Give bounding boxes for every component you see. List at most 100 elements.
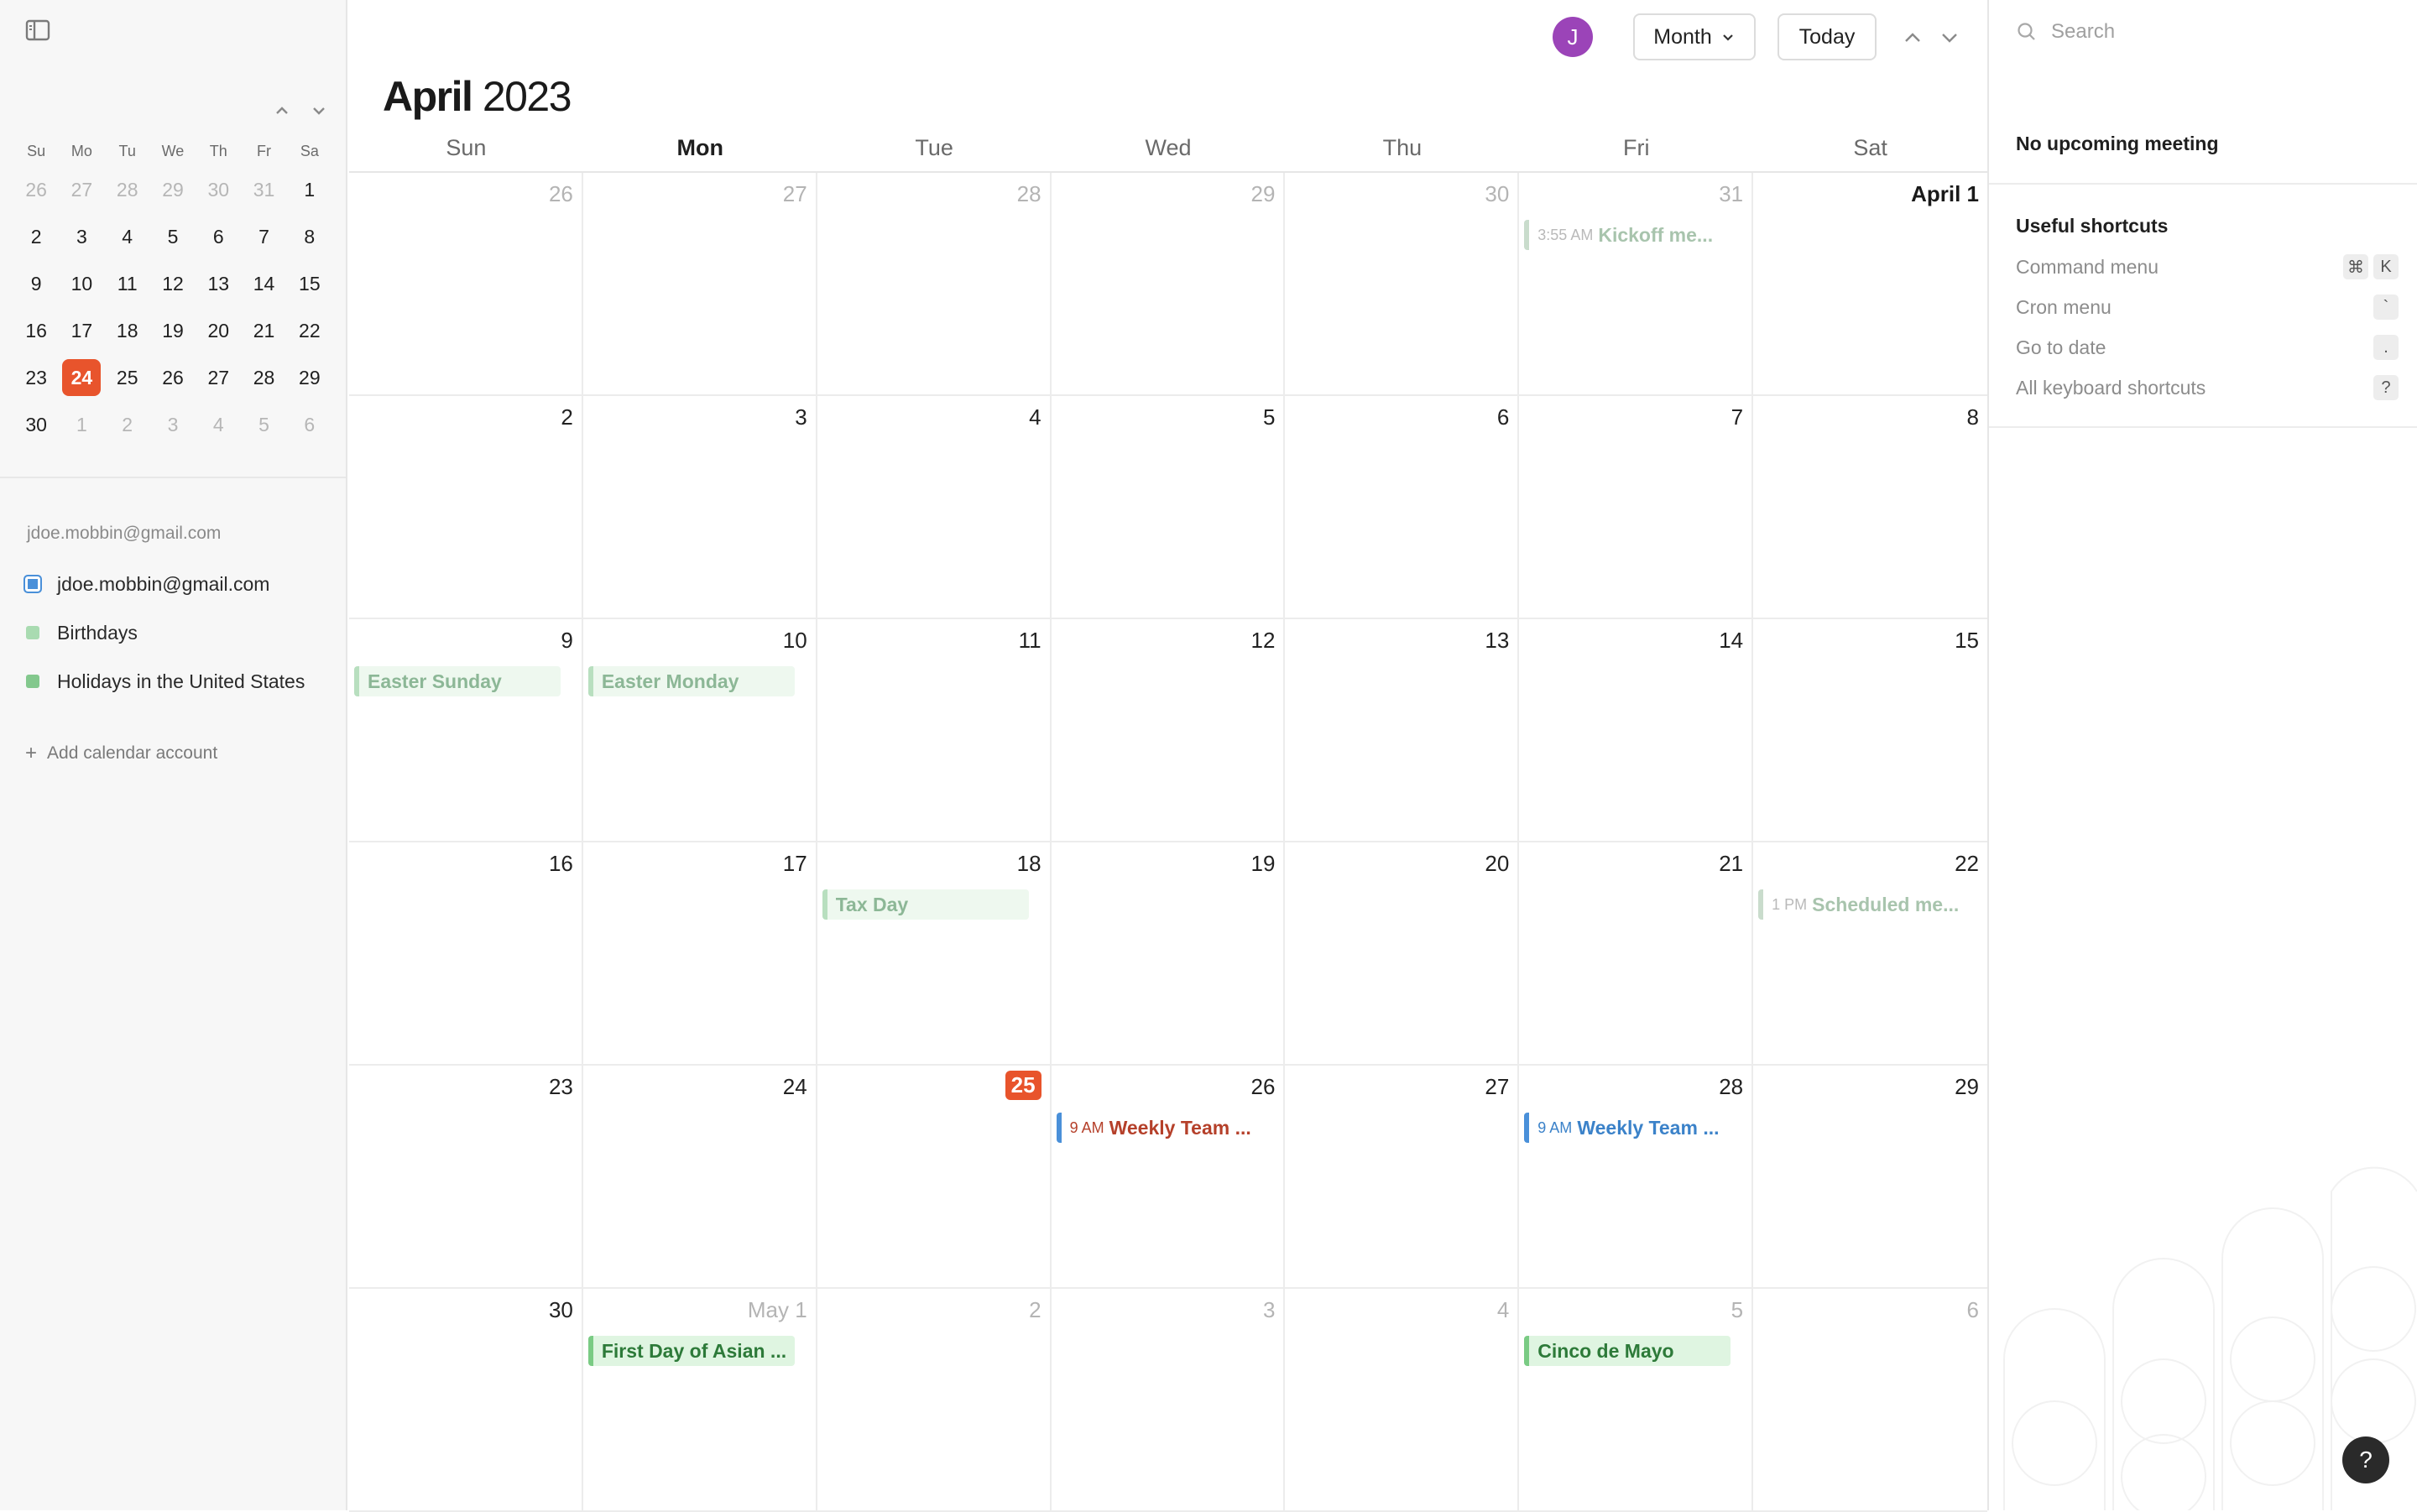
event-chip[interactable]: 9 AM Weekly Team ... — [1056, 1113, 1263, 1143]
mini-day[interactable]: 1 — [287, 171, 332, 208]
day-cell[interactable]: 29 — [1753, 1066, 1987, 1289]
today-button[interactable]: Today — [1778, 13, 1877, 60]
mini-day[interactable]: 12 — [150, 265, 196, 302]
mini-day[interactable]: 26 — [13, 171, 59, 208]
mini-day[interactable]: 29 — [150, 171, 196, 208]
day-cell[interactable]: 26 9 AM Weekly Team ... — [1051, 1066, 1286, 1289]
day-cell[interactable]: 16 — [349, 842, 583, 1066]
mini-day[interactable]: 11 — [105, 265, 150, 302]
day-cell[interactable]: 4 — [1285, 1289, 1520, 1512]
mini-day[interactable]: 21 — [241, 312, 286, 349]
mini-day[interactable]: 3 — [59, 218, 104, 255]
mini-day[interactable]: 28 — [241, 359, 286, 396]
day-cell[interactable]: 30 — [349, 1289, 583, 1512]
mini-day[interactable]: 9 — [13, 265, 59, 302]
day-cell[interactable]: 18 Tax Day — [817, 842, 1052, 1066]
mini-day[interactable]: 30 — [13, 406, 59, 443]
day-cell[interactable]: 29 — [1051, 173, 1286, 396]
next-month-button[interactable] — [1935, 23, 1964, 52]
event-chip[interactable]: First Day of Asian ... — [587, 1336, 795, 1366]
day-cell[interactable]: 9 Easter Sunday — [349, 619, 583, 842]
mini-day[interactable]: 24 — [59, 359, 104, 396]
day-cell[interactable]: 17 — [582, 842, 817, 1066]
previous-month-button[interactable] — [1898, 23, 1927, 52]
day-cell[interactable]: 23 — [349, 1066, 583, 1289]
day-cell[interactable]: 8 — [1753, 396, 1987, 619]
day-cell[interactable]: 24 — [582, 1066, 817, 1289]
day-cell[interactable]: 27 — [1285, 1066, 1520, 1289]
event-chip[interactable]: Cinco de Mayo — [1524, 1336, 1731, 1366]
day-cell[interactable]: 6 — [1285, 396, 1520, 619]
day-cell[interactable]: 3 — [1051, 1289, 1286, 1512]
day-cell[interactable]: 30 — [1285, 173, 1520, 396]
sidebar-toggle-icon[interactable] — [25, 18, 50, 42]
day-cell[interactable]: 25 — [817, 1066, 1052, 1289]
mini-day[interactable]: 22 — [287, 312, 332, 349]
rss-icon[interactable] — [26, 675, 39, 688]
day-cell[interactable]: 20 — [1285, 842, 1520, 1066]
help-button[interactable]: ? — [2342, 1436, 2389, 1483]
day-cell[interactable]: 11 — [817, 619, 1052, 842]
shortcut-row[interactable]: Command menu ⌘ K — [2016, 250, 2399, 284]
mini-day[interactable]: 6 — [196, 218, 241, 255]
day-cell[interactable]: 15 — [1753, 619, 1987, 842]
day-cell[interactable]: 2 — [349, 396, 583, 619]
avatar[interactable]: J — [1553, 17, 1593, 57]
mini-day[interactable]: 30 — [196, 171, 241, 208]
mini-day[interactable]: 1 — [59, 406, 104, 443]
day-cell[interactable]: 14 — [1519, 619, 1754, 842]
search-input[interactable]: Search — [2016, 20, 2115, 44]
mini-day[interactable]: 29 — [287, 359, 332, 396]
shortcut-row[interactable]: Cron menu ` — [2016, 290, 2399, 324]
day-cell[interactable]: 3 — [582, 396, 817, 619]
day-cell[interactable]: April 1 — [1753, 173, 1987, 396]
mini-day[interactable]: 16 — [13, 312, 59, 349]
mini-day[interactable]: 27 — [196, 359, 241, 396]
day-cell[interactable]: 26 — [349, 173, 583, 396]
view-select-button[interactable]: Month — [1633, 13, 1756, 60]
mini-day[interactable]: 20 — [196, 312, 241, 349]
mini-day[interactable]: 14 — [241, 265, 286, 302]
event-chip[interactable]: Tax Day — [822, 889, 1029, 920]
mini-day[interactable]: 18 — [105, 312, 150, 349]
day-cell[interactable]: 28 9 AM Weekly Team ... — [1519, 1066, 1754, 1289]
calendar-item[interactable]: Birthdays — [23, 616, 138, 649]
mini-day[interactable]: 31 — [241, 171, 286, 208]
add-calendar-button[interactable]: + Add calendar account — [25, 742, 217, 765]
event-chip[interactable]: Easter Monday — [587, 666, 795, 696]
mini-day[interactable]: 17 — [59, 312, 104, 349]
mini-day[interactable]: 27 — [59, 171, 104, 208]
day-cell[interactable]: May 1 First Day of Asian ... — [582, 1289, 817, 1512]
mini-day[interactable]: 7 — [241, 218, 286, 255]
day-cell[interactable]: 22 1 PM Scheduled me... — [1753, 842, 1987, 1066]
shortcut-row[interactable]: All keyboard shortcuts? — [2016, 371, 2399, 404]
day-cell[interactable]: 2 — [817, 1289, 1052, 1512]
mini-day[interactable]: 4 — [105, 218, 150, 255]
day-cell[interactable]: 10 Easter Monday — [582, 619, 817, 842]
mini-day[interactable]: 28 — [105, 171, 150, 208]
mini-day[interactable]: 5 — [150, 218, 196, 255]
day-cell[interactable]: 5 Cinco de Mayo — [1519, 1289, 1754, 1512]
mini-day[interactable]: 26 — [150, 359, 196, 396]
day-cell[interactable]: 4 — [817, 396, 1052, 619]
mini-day[interactable]: 5 — [241, 406, 286, 443]
mini-next-month-button[interactable] — [307, 99, 331, 123]
mini-day[interactable]: 15 — [287, 265, 332, 302]
mini-day[interactable]: 13 — [196, 265, 241, 302]
rss-icon[interactable] — [26, 626, 39, 639]
calendar-checkbox[interactable] — [23, 575, 42, 593]
mini-day[interactable]: 4 — [196, 406, 241, 443]
event-chip[interactable]: 3:55 AM Kickoff me... — [1524, 220, 1731, 250]
day-cell[interactable]: 5 — [1051, 396, 1286, 619]
calendar-item[interactable]: Holidays in the United States — [23, 665, 305, 698]
event-chip[interactable]: Easter Sunday — [354, 666, 561, 696]
mini-day[interactable]: 6 — [287, 406, 332, 443]
mini-day[interactable]: 2 — [13, 218, 59, 255]
calendar-item[interactable]: jdoe.mobbin@gmail.com — [23, 567, 269, 601]
day-cell[interactable]: 21 — [1519, 842, 1754, 1066]
mini-day[interactable]: 25 — [105, 359, 150, 396]
day-cell[interactable]: 12 — [1051, 619, 1286, 842]
shortcut-row[interactable]: Go to date. — [2016, 331, 2399, 364]
mini-prev-month-button[interactable] — [270, 99, 294, 123]
day-cell[interactable]: 27 — [582, 173, 817, 396]
